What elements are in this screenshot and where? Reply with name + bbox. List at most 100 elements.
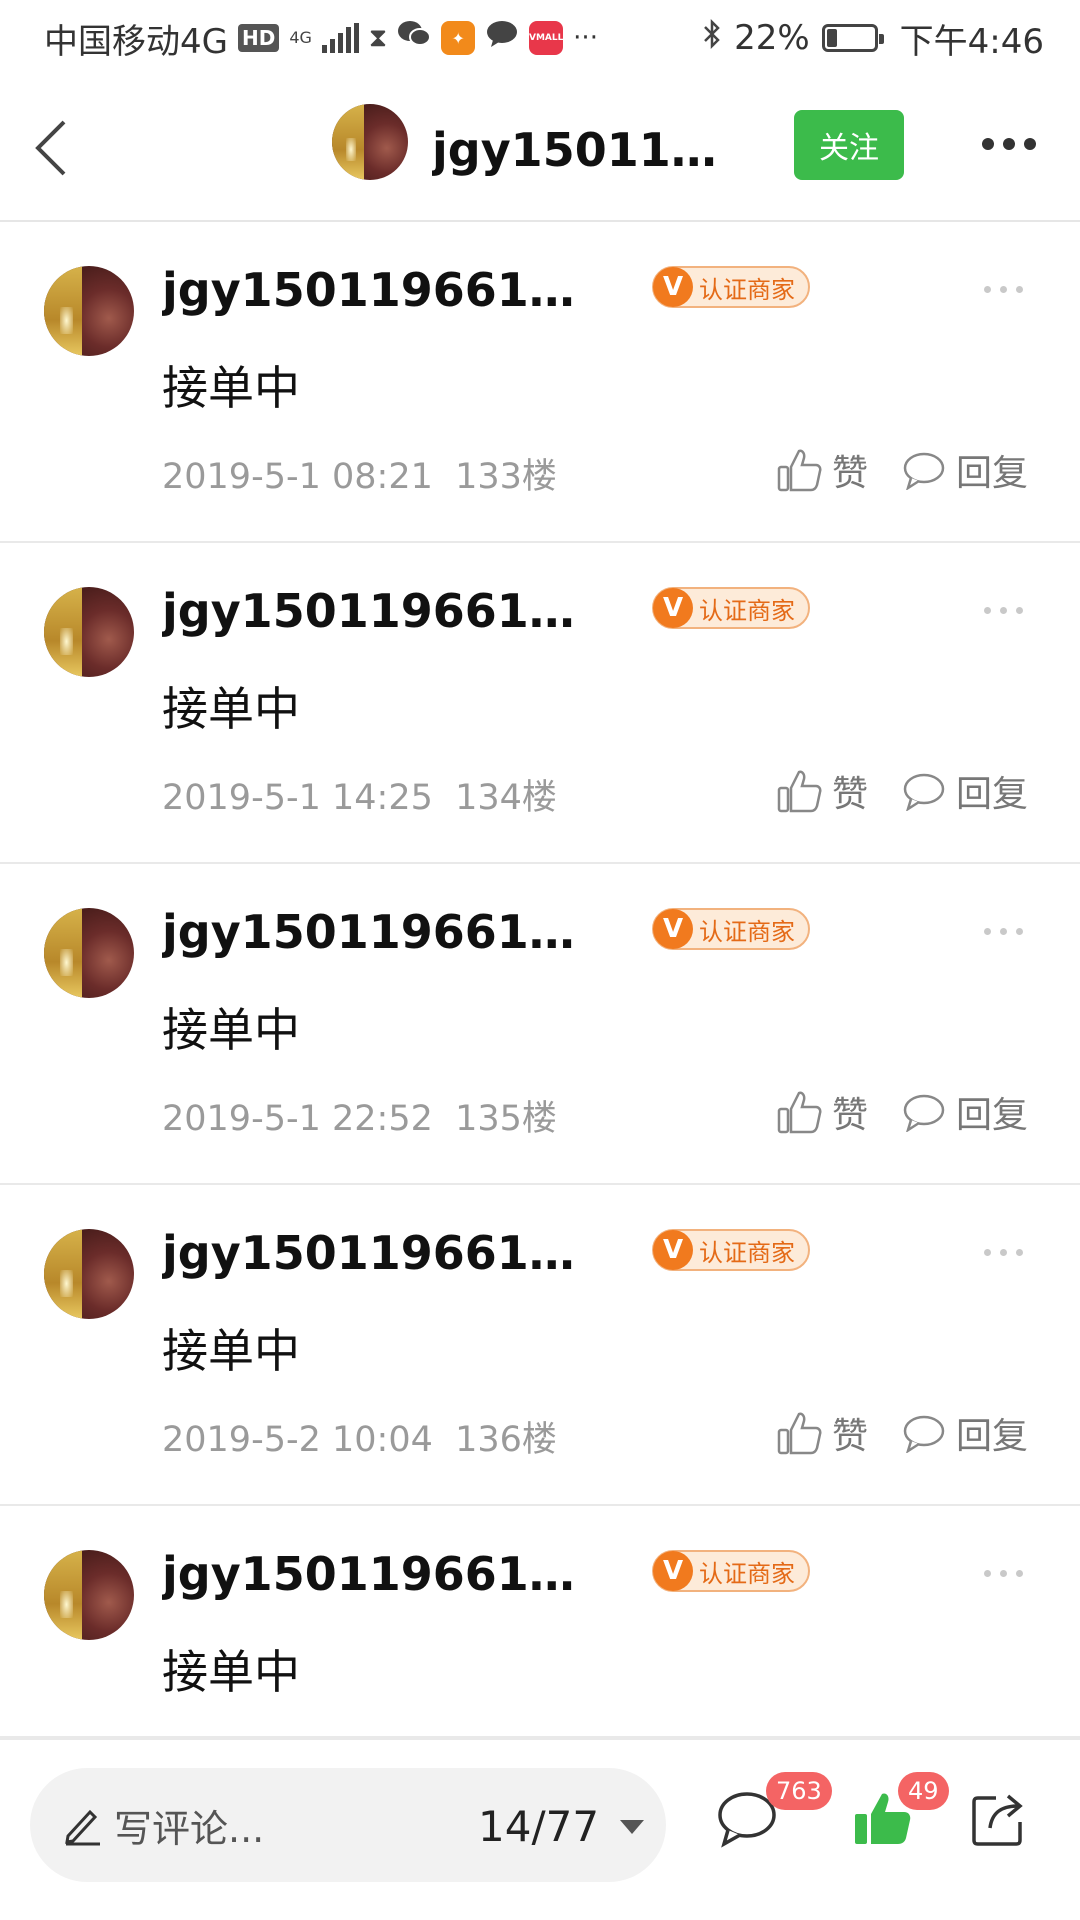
more-horizontal-icon[interactable] bbox=[984, 1249, 1023, 1256]
avatar[interactable] bbox=[44, 1550, 134, 1640]
like-button[interactable]: 赞 bbox=[776, 1407, 868, 1459]
floor-number: 134楼 bbox=[455, 778, 557, 818]
top-nav-bar: jgy15011966188 (葵凹紫心... 关注 bbox=[0, 76, 1080, 222]
chevron-down-icon[interactable] bbox=[620, 1820, 644, 1834]
vmall-icon: VMALL bbox=[529, 21, 563, 55]
post-meta: 2019-5-2 10:04 136楼 bbox=[162, 1411, 557, 1462]
author-name[interactable]: jgy15011966188 (葵凹紫心... bbox=[162, 896, 602, 962]
post-content: 接单中 bbox=[162, 1645, 300, 1699]
bluetooth-icon bbox=[702, 18, 722, 59]
like-label: 赞 bbox=[832, 1095, 869, 1136]
pencil-icon bbox=[62, 1802, 102, 1850]
network-type: 4G bbox=[289, 28, 312, 47]
floor-number: 136楼 bbox=[455, 1420, 557, 1460]
like-label: 赞 bbox=[832, 1416, 869, 1457]
like-button[interactable]: 赞 bbox=[776, 444, 868, 496]
like-count-badge: 49 bbox=[898, 1772, 949, 1810]
reply-button[interactable]: 回复 bbox=[902, 765, 1028, 817]
hd-icon: HD bbox=[237, 24, 280, 52]
like-label: 赞 bbox=[832, 774, 869, 815]
verified-merchant-badge: V 认证商家 bbox=[652, 266, 810, 308]
bottom-bar: 写评论... 14/77 763 49 bbox=[0, 1738, 1080, 1920]
app-notification-icon: ✦ bbox=[441, 21, 476, 55]
avatar[interactable] bbox=[44, 1229, 134, 1319]
v-badge-icon: V bbox=[653, 588, 693, 628]
list-item[interactable]: jgy15011966188 (葵凹紫心... V认证商家接单中 2019-5-1 … bbox=[0, 222, 1080, 543]
page-title[interactable]: jgy15011966188 (葵凹紫心... bbox=[432, 114, 742, 180]
list-item[interactable]: jgy15011966188 (葵凹紫心... V认证商家接单中 bbox=[0, 1506, 1080, 1738]
reply-button[interactable]: 回复 bbox=[902, 444, 1028, 496]
thumbs-up-icon bbox=[776, 1410, 822, 1456]
comment-icon bbox=[902, 1092, 946, 1132]
badge-label: 认证商家 bbox=[699, 917, 795, 946]
post-date: 2019-5-1 22:52 bbox=[162, 1099, 433, 1139]
battery-level bbox=[826, 29, 837, 47]
list-item[interactable]: jgy15011966188 (葵凹紫心... V认证商家接单中 2019-5-2 … bbox=[0, 1185, 1080, 1506]
comment-placeholder: 写评论... bbox=[114, 1807, 265, 1851]
status-bar: 中国移动4G HD 4G ⧗ ✦ VMALL ··· 22% 下午4:46 bbox=[0, 0, 1080, 76]
post-date: 2019-5-2 10:04 bbox=[162, 1420, 433, 1460]
avatar[interactable] bbox=[44, 266, 134, 356]
clock: 下午4:46 bbox=[899, 21, 1044, 62]
like-button[interactable]: 赞 bbox=[776, 765, 868, 817]
more-horizontal-icon[interactable] bbox=[984, 286, 1023, 293]
post-meta: 2019-5-1 22:52 135楼 bbox=[162, 1090, 557, 1141]
status-right: 22% 下午4:46 bbox=[702, 14, 1044, 63]
more-horizontal-icon[interactable] bbox=[984, 607, 1023, 614]
author-name[interactable]: jgy15011966188 (葵凹紫心... bbox=[162, 254, 602, 320]
more-horizontal-icon[interactable] bbox=[982, 138, 1036, 150]
verified-merchant-badge: V 认证商家 bbox=[652, 908, 810, 950]
reply-label: 回复 bbox=[956, 453, 1029, 494]
like-button[interactable]: 赞 bbox=[776, 1086, 868, 1138]
v-badge-icon: V bbox=[653, 267, 693, 307]
post-meta: 2019-5-1 14:25 134楼 bbox=[162, 769, 557, 820]
battery-icon bbox=[821, 24, 884, 52]
hourglass-icon: ⧗ bbox=[368, 22, 388, 53]
author-name[interactable]: jgy15011966188 (葵凹紫心... bbox=[162, 1217, 602, 1283]
like-label: 赞 bbox=[832, 453, 869, 494]
reply-button[interactable]: 回复 bbox=[902, 1407, 1028, 1459]
comment-count-badge: 763 bbox=[766, 1772, 832, 1810]
post-content: 接单中 bbox=[162, 1003, 300, 1057]
post-meta: 2019-5-1 08:21 133楼 bbox=[162, 448, 557, 499]
comment-icon bbox=[902, 1413, 946, 1453]
wechat-icon bbox=[397, 18, 432, 58]
author-name[interactable]: jgy15011966188 (葵凹紫心... bbox=[162, 575, 602, 641]
chevron-left-icon[interactable] bbox=[26, 116, 86, 180]
reply-label: 回复 bbox=[956, 1095, 1029, 1136]
share-icon[interactable] bbox=[970, 1790, 1028, 1852]
more-horizontal-icon[interactable] bbox=[984, 928, 1023, 935]
avatar[interactable] bbox=[44, 587, 134, 677]
badge-label: 认证商家 bbox=[699, 596, 795, 625]
reply-label: 回复 bbox=[956, 1416, 1029, 1457]
badge-label: 认证商家 bbox=[699, 1238, 795, 1267]
v-badge-icon: V bbox=[653, 909, 693, 949]
author-name[interactable]: jgy15011966188 (葵凹紫心... bbox=[162, 1538, 602, 1604]
follow-button[interactable]: 关注 bbox=[794, 110, 904, 180]
list-item[interactable]: jgy15011966188 (葵凹紫心... V认证商家接单中 2019-5-1 … bbox=[0, 864, 1080, 1185]
post-content: 接单中 bbox=[162, 361, 300, 415]
floor-number: 135楼 bbox=[455, 1099, 557, 1139]
more-horizontal-icon[interactable] bbox=[984, 1570, 1023, 1577]
thumbs-up-icon bbox=[776, 1089, 822, 1135]
verified-merchant-badge: V 认证商家 bbox=[652, 1550, 810, 1592]
reply-button[interactable]: 回复 bbox=[902, 1086, 1028, 1138]
post-date: 2019-5-1 14:25 bbox=[162, 778, 433, 818]
list-item[interactable]: jgy15011966188 (葵凹紫心... V认证商家接单中 2019-5-1 … bbox=[0, 543, 1080, 864]
v-badge-icon: V bbox=[653, 1551, 693, 1591]
reply-label: 回复 bbox=[956, 774, 1029, 815]
page-indicator[interactable]: 14/77 bbox=[478, 1802, 599, 1851]
post-date: 2019-5-1 08:21 bbox=[162, 457, 433, 497]
avatar[interactable] bbox=[332, 104, 408, 180]
overflow-indicator: ··· bbox=[573, 23, 598, 53]
comment-icon bbox=[902, 771, 946, 811]
message-icon bbox=[485, 18, 519, 58]
verified-merchant-badge: V 认证商家 bbox=[652, 1229, 810, 1271]
comment-icon bbox=[902, 450, 946, 490]
avatar[interactable] bbox=[44, 908, 134, 998]
verified-merchant-badge: V 认证商家 bbox=[652, 587, 810, 629]
status-left: 中国移动4G HD 4G ⧗ ✦ VMALL ··· bbox=[44, 14, 598, 63]
comment-input[interactable]: 写评论... 14/77 bbox=[30, 1768, 666, 1882]
badge-label: 认证商家 bbox=[699, 275, 795, 304]
carrier-text: 中国移动4G bbox=[44, 21, 228, 62]
